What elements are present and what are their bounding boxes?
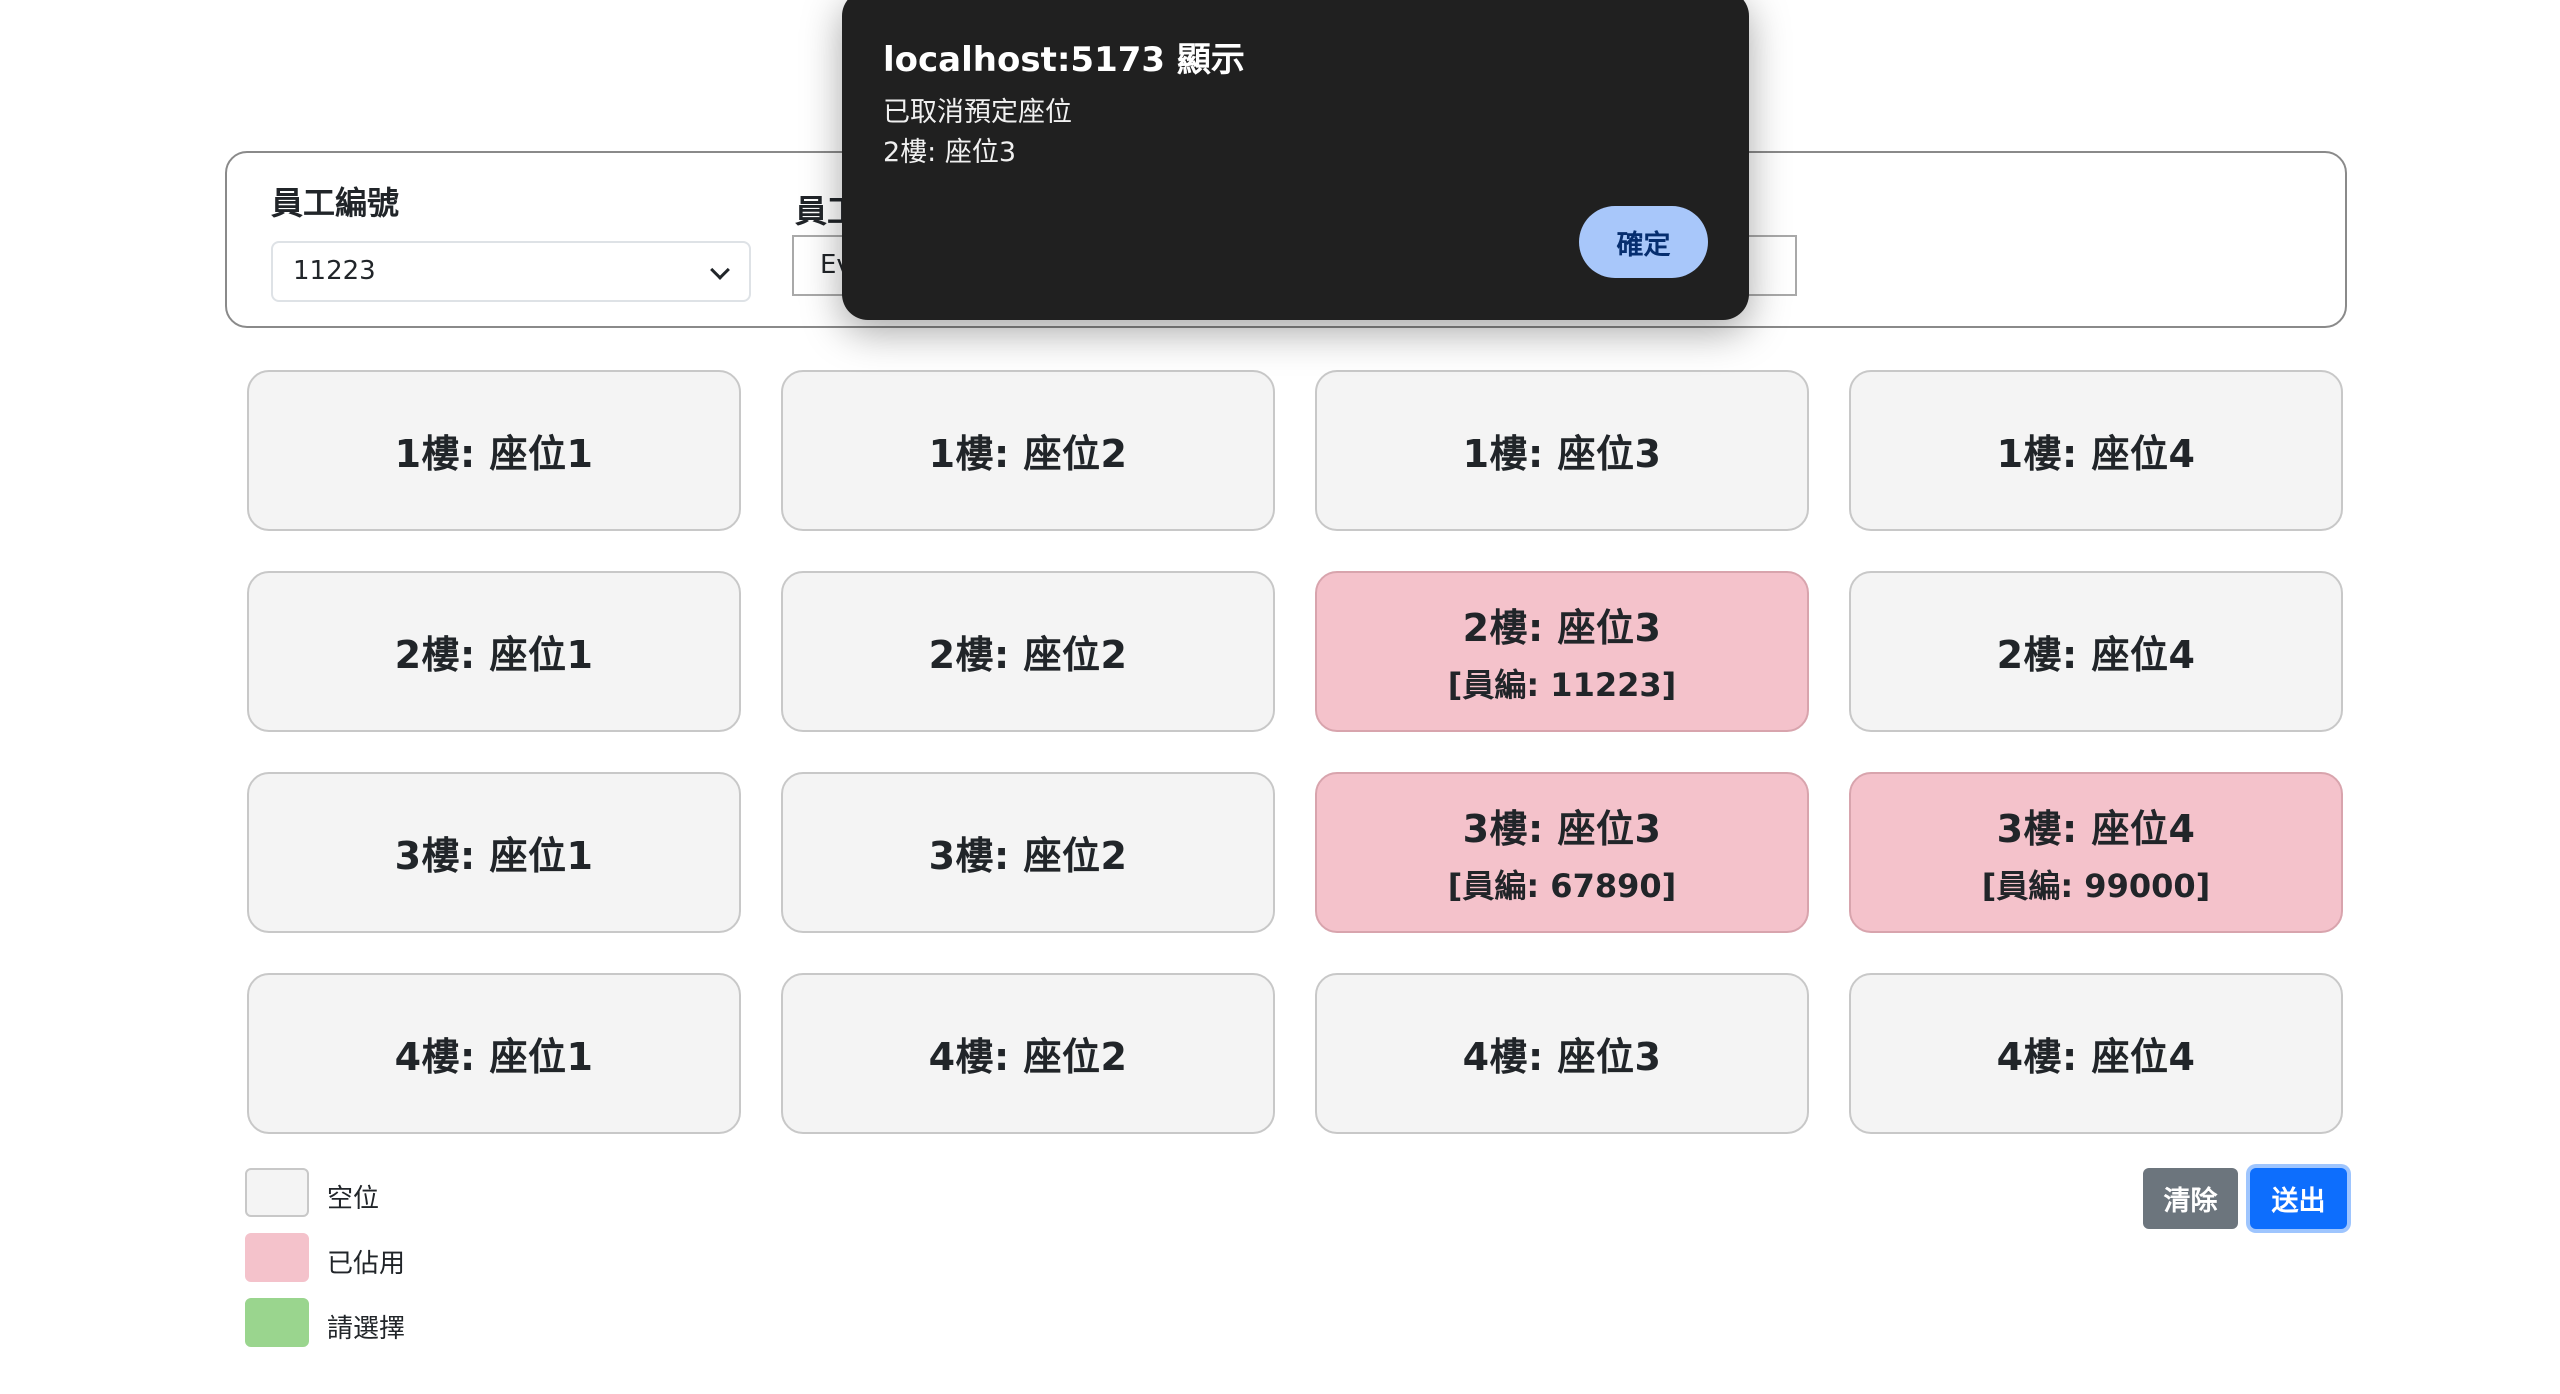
legend-label-selected: 請選擇 [327, 1314, 406, 1344]
seat-card[interactable]: 2樓: 座位4 [1849, 571, 2343, 732]
employee-id-select[interactable]: 11223 [271, 241, 751, 302]
alert-dialog: localhost:5173 顯示 已取消預定座位 2樓: 座位3 確定 [842, 0, 1749, 320]
legend-swatch-empty [245, 1168, 309, 1217]
seat-label: 2樓: 座位4 [1996, 633, 2196, 677]
seat-card[interactable]: 1樓: 座位3 [1315, 370, 1809, 531]
seat-label: 1樓: 座位1 [394, 432, 594, 476]
seat-label: 4樓: 座位4 [1996, 1035, 2196, 1079]
seat-card[interactable]: 1樓: 座位1 [247, 370, 741, 531]
seat-label: 1樓: 座位4 [1996, 432, 2196, 476]
employee-id-value: 11223 [293, 256, 376, 286]
seat-card[interactable]: 1樓: 座位4 [1849, 370, 2343, 531]
seat-card[interactable]: 2樓: 座位1 [247, 571, 741, 732]
legend-swatch-occupied [245, 1233, 309, 1282]
seat-card[interactable]: 3樓: 座位2 [781, 772, 1275, 933]
seat-label: 2樓: 座位3 [1462, 606, 1662, 650]
seat-card[interactable]: 1樓: 座位2 [781, 370, 1275, 531]
seat-card[interactable]: 2樓: 座位2 [781, 571, 1275, 732]
seat-label: 3樓: 座位4 [1996, 807, 2196, 851]
seat-label: 1樓: 座位3 [1462, 432, 1662, 476]
clear-button[interactable]: 清除 [2143, 1168, 2238, 1229]
seat-label: 3樓: 座位2 [928, 834, 1128, 878]
seat-label: 3樓: 座位3 [1462, 807, 1662, 851]
seat-card[interactable]: 3樓: 座位4 [員編: 99000] [1849, 772, 2343, 933]
seat-label: 2樓: 座位1 [394, 633, 594, 677]
legend-swatch-selected [245, 1298, 309, 1347]
seat-card[interactable]: 4樓: 座位2 [781, 973, 1275, 1134]
seat-employee-id: [員編: 67890] [1447, 867, 1677, 905]
seat-label: 1樓: 座位2 [928, 432, 1128, 476]
seat-employee-id: [員編: 99000] [1981, 867, 2211, 905]
dialog-title: localhost:5173 顯示 [883, 40, 1245, 80]
seat-card[interactable]: 4樓: 座位3 [1315, 973, 1809, 1134]
seat-label: 4樓: 座位1 [394, 1035, 594, 1079]
seat-label: 2樓: 座位2 [928, 633, 1128, 677]
employee-id-label: 員工編號 [271, 184, 400, 222]
seat-card[interactable]: 3樓: 座位1 [247, 772, 741, 933]
legend-label-occupied: 已佔用 [327, 1249, 406, 1279]
seat-label: 4樓: 座位2 [928, 1035, 1128, 1079]
legend-label-empty: 空位 [327, 1184, 380, 1214]
seat-card[interactable]: 4樓: 座位4 [1849, 973, 2343, 1134]
seat-label: 3樓: 座位1 [394, 834, 594, 878]
chevron-down-icon [710, 260, 730, 280]
dialog-message-line2: 2樓: 座位3 [883, 137, 1017, 168]
submit-button[interactable]: 送出 [2250, 1168, 2347, 1229]
seat-booking-page: 員工編號 11223 員工 Ev 1樓: 座位1 1樓: 座位2 1樓: 座位3 1樓… [0, 0, 2560, 1394]
dialog-ok-button[interactable]: 確定 [1579, 206, 1708, 278]
seat-card[interactable]: 3樓: 座位3 [員編: 67890] [1315, 772, 1809, 933]
dialog-message-line1: 已取消預定座位 [883, 97, 1072, 128]
seat-card[interactable]: 4樓: 座位1 [247, 973, 741, 1134]
seat-label: 4樓: 座位3 [1462, 1035, 1662, 1079]
seat-card[interactable]: 2樓: 座位3 [員編: 11223] [1315, 571, 1809, 732]
seat-employee-id: [員編: 11223] [1447, 666, 1677, 704]
